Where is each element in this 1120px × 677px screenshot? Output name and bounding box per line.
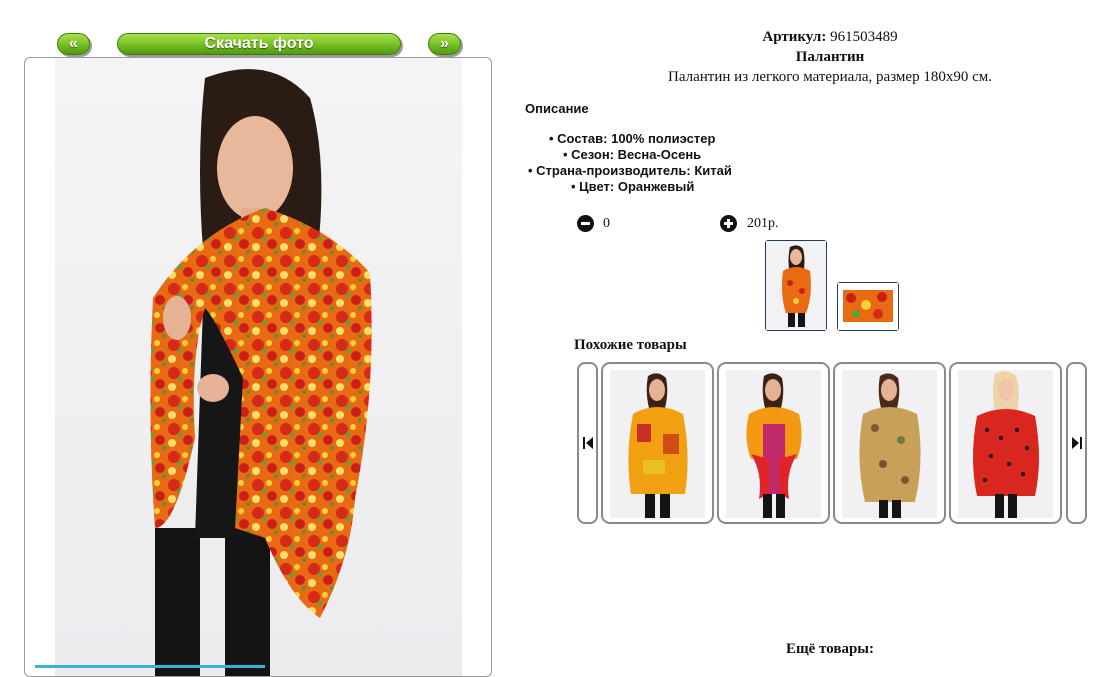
similar-products-heading: Похожие товары — [574, 337, 687, 353]
skip-next-icon — [1071, 437, 1082, 449]
similar-product-card[interactable] — [949, 362, 1062, 524]
skip-previous-icon — [582, 437, 593, 449]
main-product-photo — [55, 58, 462, 676]
description-heading: Описание — [525, 101, 589, 116]
description-item: Состав: 100% полиэстер — [549, 131, 715, 146]
minus-circle-icon[interactable] — [577, 215, 594, 232]
description-item: Сезон: Весна-Осень — [563, 147, 701, 162]
article-number: 961503489 — [830, 29, 898, 45]
thumbnail-fabric[interactable] — [837, 282, 899, 331]
model-with-scarf-illustration — [150, 69, 372, 676]
quantity-value: 0 — [603, 216, 610, 231]
similar-product-card[interactable] — [833, 362, 946, 524]
similar-product-photo — [628, 373, 688, 518]
description-item: Страна-производитель: Китай — [528, 163, 732, 178]
previous-photo-button[interactable]: « — [57, 33, 90, 55]
price-value: 201р. — [747, 216, 779, 231]
carousel-prev-button[interactable] — [577, 362, 598, 524]
similar-product-card[interactable] — [601, 362, 714, 524]
plus-circle-icon[interactable] — [720, 215, 737, 232]
product-title: Палантин — [795, 49, 865, 65]
article-line: Артикул: 961503489 — [560, 29, 1100, 46]
similar-product-photo — [746, 373, 802, 518]
similar-product-photo — [859, 373, 921, 518]
product-short-description: Палантин из легкого материала, размер 18… — [668, 69, 992, 85]
next-photo-button[interactable]: » — [428, 33, 461, 55]
carousel-next-button[interactable] — [1066, 362, 1087, 524]
thumbnail-photo[interactable] — [765, 240, 827, 331]
article-label: Артикул: — [762, 29, 827, 45]
description-item: Цвет: Оранжевый — [571, 179, 694, 194]
similar-product-card[interactable] — [717, 362, 830, 524]
scroll-indicator — [35, 665, 265, 668]
more-products-heading: Ещё товары: — [785, 641, 875, 657]
download-photo-button[interactable]: Скачать фото — [117, 33, 401, 55]
similar-product-photo — [973, 371, 1039, 518]
main-photo-frame — [24, 57, 492, 677]
